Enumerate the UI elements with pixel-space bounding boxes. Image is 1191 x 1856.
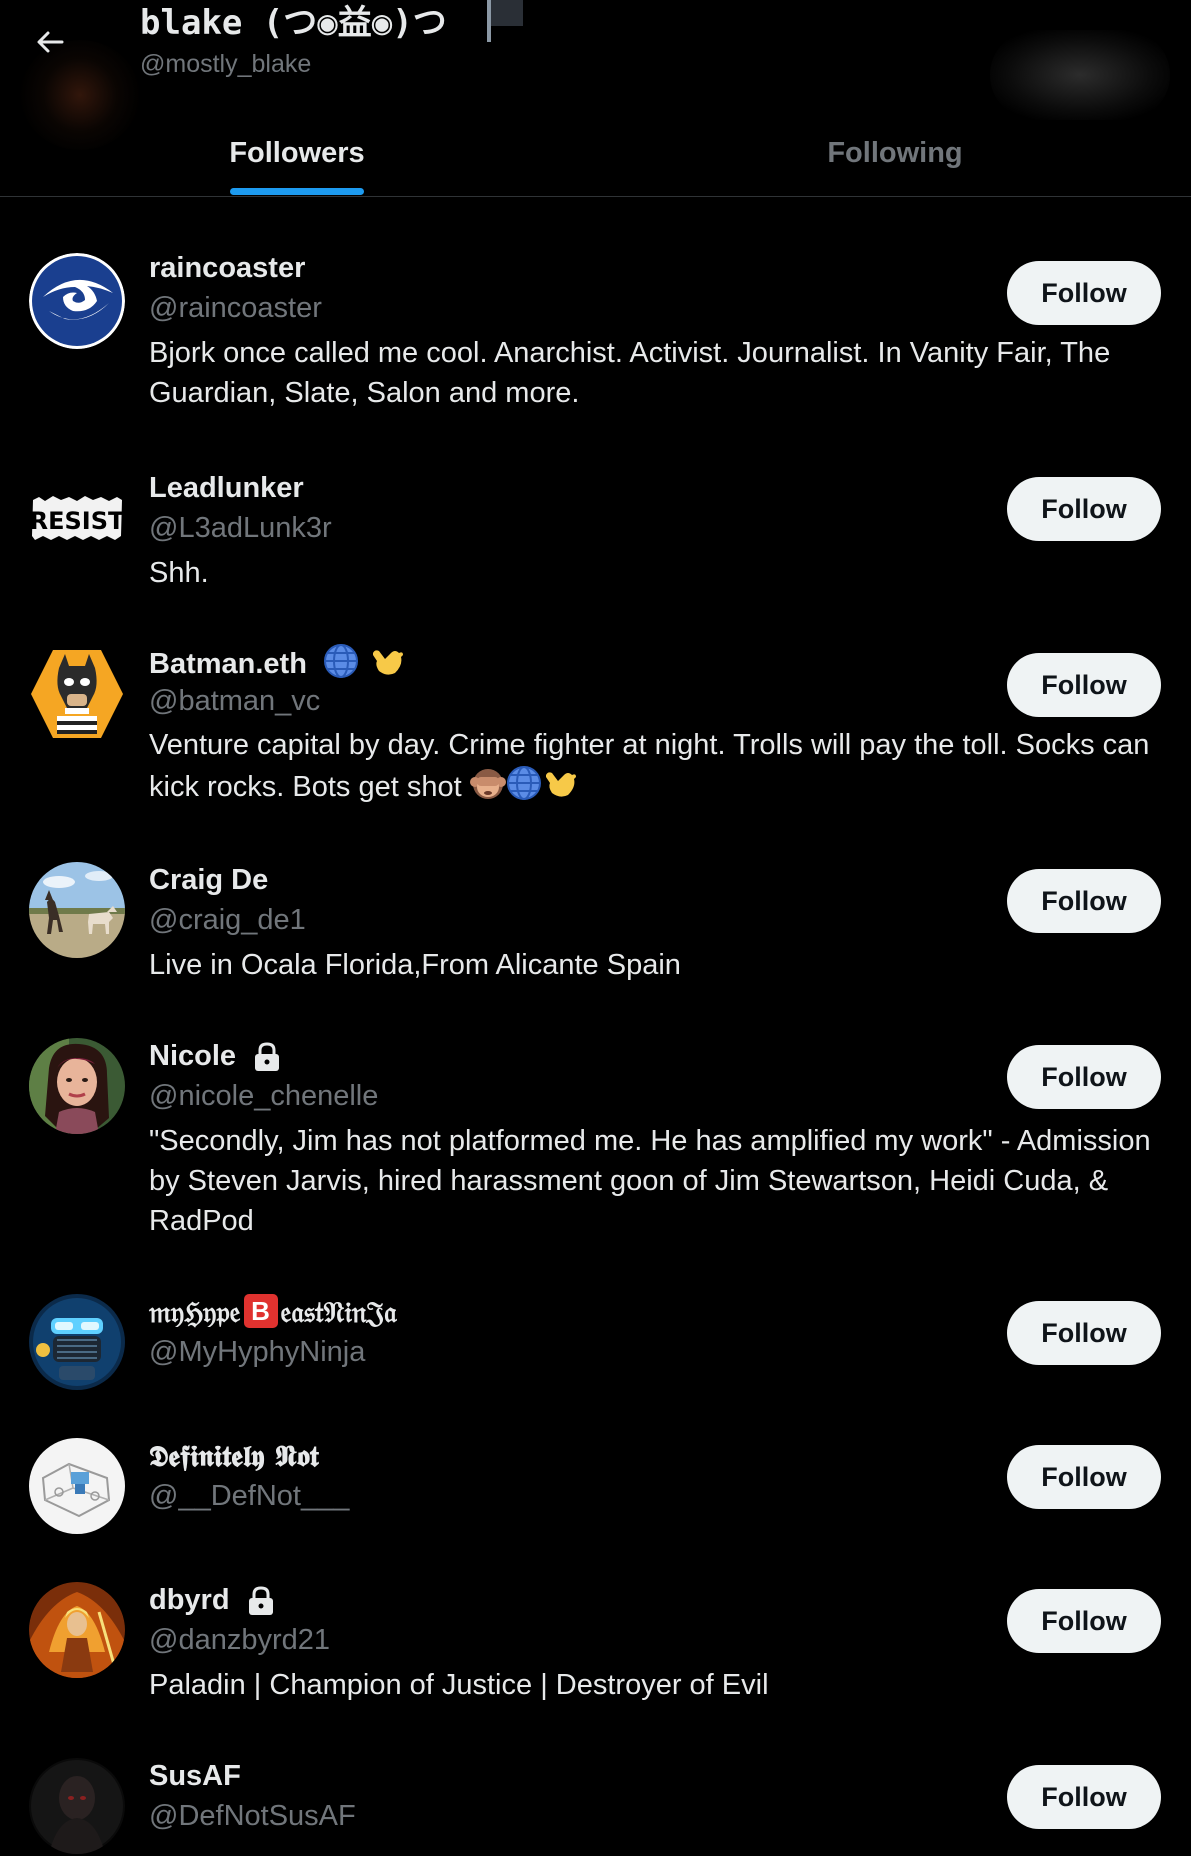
lock-icon [248,1586,273,1616]
user-handle: @batman_vc [149,685,321,717]
user-name-part2: 𝔢𝔞𝔰𝔱𝔑𝔦𝔫𝔍𝔞 [280,1295,397,1329]
avatar[interactable] [29,862,125,958]
user-handle: @raincoaster [149,292,322,324]
batman-ape-avatar [31,650,123,738]
user-row-craig-de[interactable]: Craig De @craig_de1 Live in Ocala Florid… [0,844,1191,994]
user-bio: Shh. [149,557,209,589]
globe-icon [506,765,542,812]
user-name[interactable]: 𝕯𝖊𝖋𝖎𝖓𝖎𝖙𝖊𝖑𝖞 𝕹𝖔𝖙 [149,1438,319,1474]
back-arrow-icon [37,31,64,53]
call-me-hand-icon [369,643,405,688]
follow-button[interactable]: Follow [1007,1045,1161,1109]
avatar[interactable] [29,1294,125,1390]
follow-button[interactable]: Follow [1007,1765,1161,1829]
user-bio: Live in Ocala Florida,From Alicante Spai… [149,949,681,981]
paladin-fire-avatar [29,1582,125,1678]
header-blur-right [990,30,1170,120]
user-handle: @danzbyrd21 [149,1624,330,1656]
user-name[interactable]: SusAF [149,1758,241,1794]
user-bio: Venture capital by day. Crime fighter at… [149,725,1169,812]
user-bio: Paladin | Champion of Justice | Destroye… [149,1669,769,1701]
avatar[interactable] [29,1758,125,1854]
user-name[interactable]: Craig De [149,862,268,898]
user-name-text: dbyrd [149,1584,230,1616]
user-name[interactable]: Batman.eth [149,643,405,688]
user-bio: "Secondly, Jim has not platformed me. He… [149,1125,1151,1237]
resist-text: RESIST [30,507,125,535]
avatar[interactable] [29,1582,125,1678]
avatar[interactable]: RESIST [29,470,125,566]
call-me-hand-icon [542,765,578,812]
profile-header: blake (つ◉益◉)つ @mostly_blake Followers Fo… [0,0,1191,197]
avatar[interactable] [29,253,125,349]
tabs: Followers Following [0,110,1191,196]
dark-figure-avatar [29,1758,125,1854]
user-row-susaf[interactable]: SusAF @DefNotSusAF Follow [0,1740,1191,1856]
user-row-nicole[interactable]: Nicole @nicole_chenelle "Secondly, Jim h… [0,1020,1191,1252]
follow-button[interactable]: Follow [1007,1301,1161,1365]
user-bio-text: Venture capital by day. Crime fighter at… [149,729,1150,804]
user-name[interactable]: 𝔪𝔶ℌ𝔶𝔭𝔢 B𝔢𝔞𝔰𝔱𝔑𝔦𝔫𝔍𝔞 [149,1294,397,1330]
eye-logo-avatar [29,253,125,349]
user-handle: @DefNotSusAF [149,1800,356,1832]
user-name[interactable]: raincoaster [149,250,305,286]
resist-logo-avatar: RESIST [29,470,125,566]
user-name[interactable]: dbyrd [149,1582,276,1618]
sketch-drawing-avatar [29,1438,125,1534]
user-handle: @craig_de1 [149,904,306,936]
tab-following[interactable]: Following [790,110,1000,196]
follow-button[interactable]: Follow [1007,1589,1161,1653]
user-row-myhyphyninja[interactable]: 𝔪𝔶ℌ𝔶𝔭𝔢 B𝔢𝔞𝔰𝔱𝔑𝔦𝔫𝔍𝔞 @MyHyphyNinja Follow [0,1276,1191,1406]
user-handle: @MyHyphyNinja [149,1336,366,1368]
woman-portrait-avatar [29,1038,125,1134]
user-row-definitely-not[interactable]: 𝕯𝖊𝖋𝖎𝖓𝖎𝖙𝖊𝖑𝖞 𝕹𝖔𝖙 @__DefNot___ Follow [0,1420,1191,1550]
black-flag-icon [487,0,524,42]
user-row-dbyrd[interactable]: dbyrd @danzbyrd21 Paladin | Champion of … [0,1564,1191,1724]
user-name[interactable]: Leadlunker [149,470,304,506]
avatar[interactable] [29,1038,125,1134]
follow-button[interactable]: Follow [1007,1445,1161,1509]
back-button[interactable] [22,14,78,70]
user-handle: @__DefNot___ [149,1480,350,1512]
user-row-raincoaster[interactable]: raincoaster @raincoaster Bjork once call… [0,236,1191,426]
user-name[interactable]: Nicole [149,1038,282,1074]
active-tab-indicator [230,188,364,195]
globe-icon [323,643,359,688]
profile-handle: @mostly_blake [140,50,312,78]
user-name-text: Nicole [149,1040,237,1072]
user-handle: @nicole_chenelle [149,1080,379,1112]
robot-mask-avatar [29,1294,125,1390]
avatar[interactable] [29,646,125,742]
profile-name-text: blake (つ◉益◉)つ [140,3,447,43]
follow-button[interactable]: Follow [1007,653,1161,717]
follow-button[interactable]: Follow [1007,477,1161,541]
follow-button[interactable]: Follow [1007,869,1161,933]
user-name-text: Batman.eth [149,648,307,681]
horses-field-avatar [29,862,125,958]
user-handle: @L3adLunk3r [149,512,332,544]
user-row-batman[interactable]: Batman.eth @batman_vc Venture capital by… [0,628,1191,818]
user-row-leadlunker[interactable]: RESIST Leadlunker @L3adLunk3r Shh. Follo… [0,452,1191,602]
user-name-part1: 𝔪𝔶ℌ𝔶𝔭𝔢 [149,1295,241,1329]
profile-name: blake (つ◉益◉)つ [140,0,525,46]
lock-icon [255,1042,280,1072]
avatar[interactable] [29,1438,125,1534]
see-no-evil-monkey-icon [469,765,506,812]
tab-followers[interactable]: Followers [190,110,404,196]
follow-button[interactable]: Follow [1007,261,1161,325]
letter-b-badge: B [243,1294,278,1328]
user-bio: Bjork once called me cool. Anarchist. Ac… [149,337,1111,409]
